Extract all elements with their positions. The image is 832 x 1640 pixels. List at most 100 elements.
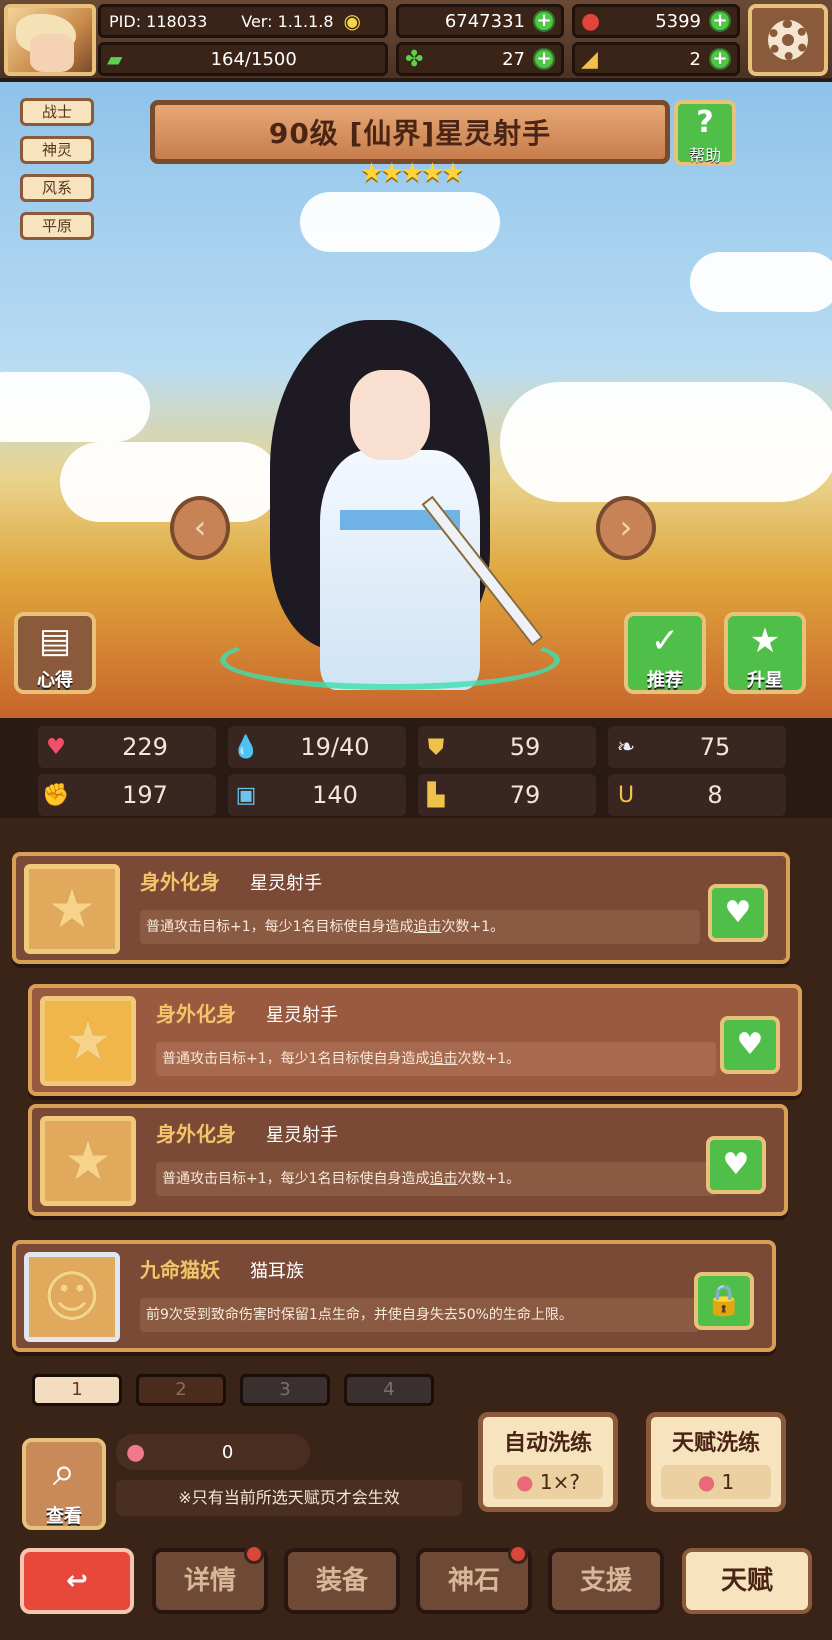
talent-description: 普通攻击目标+1，每少1名目标使自身造成追击次数+1。 (140, 910, 700, 944)
player-avatar[interactable] (4, 4, 96, 76)
return-arrow-icon: ↩ (66, 1566, 88, 1596)
cat-icon: ☺ (24, 1252, 120, 1342)
nav-equipment[interactable]: 装备 (284, 1548, 400, 1614)
coin-icon: ◉ (343, 9, 361, 33)
tag-race: 神灵 (20, 136, 94, 164)
stat-value: 197 (122, 781, 168, 809)
favorite-button[interactable]: ♥ (708, 884, 768, 942)
water-icon: 💧 (232, 734, 260, 760)
heart-icon: ♥ (722, 1147, 750, 1182)
favorite-button[interactable]: ♥ (720, 1016, 780, 1074)
question-icon: ? (696, 105, 714, 140)
view-button[interactable]: ⌕ 查看 (22, 1438, 106, 1530)
heart-icon: ♥ (736, 1027, 764, 1062)
magnifier-icon: ⌕ (52, 1449, 76, 1495)
tag-class: 战士 (20, 98, 94, 126)
peach-count: 0 (221, 1441, 234, 1463)
recommend-button[interactable]: ✓ 推荐 (624, 612, 706, 694)
version-label: Ver: 1.1.1.8 (241, 11, 334, 31)
insight-button[interactable]: ▤ 心得 (14, 612, 96, 694)
tag-element: 风系 (20, 174, 94, 202)
star-icon: ★ (40, 996, 136, 1086)
wing-icon: ❧ (616, 734, 636, 760)
scroll-icon: ▤ (38, 621, 72, 661)
talent-name: 身外化身 (140, 870, 220, 894)
talent-race: 星灵射手 (266, 1005, 338, 1026)
peach-icon: ● (697, 1470, 716, 1494)
stat-hp: ♥ 229 (38, 726, 216, 768)
talent-race: 星灵射手 (250, 873, 322, 894)
auto-refine-label: 自动洗练 (503, 1431, 592, 1456)
peach-counter: ● 0 (116, 1434, 310, 1470)
cost-value: 1×? (539, 1470, 580, 1494)
talent-description: 普通攻击目标+1，每少1名目标使自身造成追击次数+1。 (156, 1042, 716, 1076)
talent-card[interactable]: ★ 身外化身 星灵射手 普通攻击目标+1，每少1名目标使自身造成追击次数+1。 … (12, 852, 790, 964)
prev-hero-button[interactable]: ‹ (170, 496, 230, 560)
stats-panel: ♥ 229 💧 19/40 ⛊ 59 ❧ 75 ✊ 197 ▣ 140 ▙ 79 Ս8 (0, 718, 832, 818)
talent-refine-cost: ● 1 (661, 1465, 771, 1499)
clover-value: 27 (502, 48, 525, 70)
upgrade-star-button[interactable]: ★ 升星 (724, 612, 806, 694)
cloud (300, 192, 500, 252)
talent-page-tab[interactable]: 1 (32, 1374, 122, 1406)
talent-card[interactable]: ☺ 九命猫妖 猫耳族 前9次受到致命伤害时保留1点生命，并使自身失去50%的生命… (12, 1240, 776, 1352)
heart-icon: ♥ (46, 734, 66, 760)
add-clover-button[interactable]: + (533, 48, 555, 70)
cloud (60, 442, 280, 522)
locked-button[interactable]: 🔒 (694, 1272, 754, 1330)
tag-terrain: 平原 (20, 212, 94, 240)
peach-icon: ● (516, 1470, 534, 1494)
cloud (690, 252, 832, 312)
horn-value: 2 (689, 48, 701, 70)
talent-refine-button[interactable]: 天赋洗练 ● 1 (646, 1412, 786, 1512)
stat-value: 19/40 (300, 733, 370, 761)
gold-pill: 6747331 + (396, 4, 564, 38)
chevron-left-icon: ‹ (193, 508, 207, 546)
desc-link[interactable]: 追击 (414, 919, 442, 935)
battery-icon: ▰ (107, 47, 123, 71)
back-button[interactable]: ↩ (20, 1548, 134, 1614)
star-rating: ★★★★★ (360, 158, 465, 188)
upgrade-label: 升星 (747, 670, 783, 691)
horn-icon: ◢ (581, 46, 598, 72)
thumbs-up-icon: ✓ (650, 621, 680, 661)
gold-value: 6747331 (444, 10, 525, 32)
clover-icon: ✤ (405, 46, 424, 72)
boot-icon: ▙ (427, 782, 445, 808)
auto-refine-button[interactable]: 自动洗练 ● 1×? (478, 1412, 618, 1512)
talent-page-note: ※只有当前所选天赋页才会生效 (116, 1480, 462, 1516)
ruby-icon: ● (581, 8, 601, 34)
nav-talent[interactable]: 天赋 (682, 1548, 812, 1614)
insight-label: 心得 (37, 670, 73, 691)
talent-card[interactable]: ★ 身外化身 星灵射手 普通攻击目标+1，每少1名目标使自身造成追击次数+1。 … (28, 984, 802, 1096)
talent-page-tab[interactable]: 4 (344, 1374, 434, 1406)
favorite-button[interactable]: ♥ (706, 1136, 766, 1194)
book-icon: ▣ (235, 782, 257, 808)
stat-agility: ▙ 79 (418, 774, 596, 816)
gear-icon (768, 20, 808, 60)
desc-link[interactable]: 追击 (430, 1171, 458, 1187)
add-gold-button[interactable]: + (533, 10, 555, 32)
desc-text: 普通攻击目标+1，每少1名目标使自身造成 (162, 1051, 430, 1067)
desc-link[interactable]: 追击 (430, 1051, 458, 1067)
add-gem-button[interactable]: + (709, 10, 731, 32)
stamina-value: 164/1500 (210, 48, 297, 70)
settings-button[interactable] (748, 4, 828, 76)
talent-page-tab[interactable]: 3 (240, 1374, 330, 1406)
nav-support[interactable]: 支援 (548, 1548, 664, 1614)
next-hero-button[interactable]: › (596, 496, 656, 560)
auto-refine-cost: ● 1×? (493, 1465, 603, 1499)
talent-page-tab[interactable]: 2 (136, 1374, 226, 1406)
help-button[interactable]: ? 帮助 (674, 100, 736, 166)
desc-text: 普通攻击目标+1，每少1名目标使自身造成 (162, 1171, 430, 1187)
talent-card[interactable]: ★ 身外化身 星灵射手 普通攻击目标+1，每少1名目标使自身造成追击次数+1。 … (28, 1104, 788, 1216)
add-horn-button[interactable]: + (709, 48, 731, 70)
hero-title: 90级 [仙界]星灵射手 (150, 100, 670, 164)
wind-swirl (220, 630, 560, 690)
desc-text: 次数+1。 (441, 919, 505, 935)
recommend-label: 推荐 (647, 670, 683, 691)
talent-race: 猫耳族 (250, 1261, 304, 1282)
stat-speed: ❧ 75 (608, 726, 786, 768)
peach-icon: ● (126, 1439, 146, 1465)
help-label: 帮助 (688, 146, 721, 165)
